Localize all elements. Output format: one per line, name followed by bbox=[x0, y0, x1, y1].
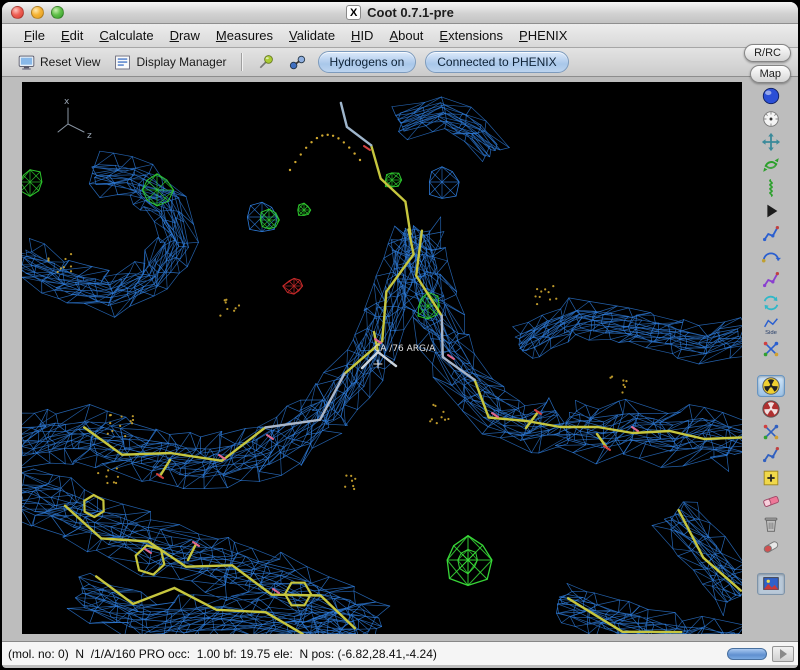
clear-atoms-icon[interactable] bbox=[757, 490, 785, 512]
close-button[interactable] bbox=[11, 6, 24, 19]
go-to-atom-button[interactable] bbox=[251, 51, 280, 74]
coot-window: X Coot 0.7.1-pre File Edit Calculate Draw Me… bbox=[0, 0, 800, 670]
menu-extensions[interactable]: Extensions bbox=[431, 28, 511, 43]
display-manager-button[interactable]: Display Manager bbox=[108, 51, 231, 74]
menu-phenix[interactable]: PHENIX bbox=[511, 28, 575, 43]
hydrogens-toggle-button[interactable]: Hydrogens on bbox=[317, 51, 417, 73]
cycle-conformer-icon[interactable] bbox=[757, 292, 785, 314]
menu-file[interactable]: File bbox=[16, 28, 53, 43]
mutate-residue-icon[interactable] bbox=[757, 269, 785, 291]
flip-peptide-icon[interactable] bbox=[757, 246, 785, 268]
screen-capture-icon[interactable] bbox=[756, 573, 785, 595]
menu-hid[interactable]: HID bbox=[343, 28, 381, 43]
corner-buttons: R/RC Map bbox=[744, 44, 791, 83]
right-toolbar: Side bbox=[743, 77, 798, 641]
display-manager-icon bbox=[113, 53, 132, 72]
reset-view-icon bbox=[17, 53, 36, 72]
map-button[interactable]: Map bbox=[749, 65, 791, 83]
svg-text:z: z bbox=[87, 131, 92, 141]
place-atom-icon[interactable] bbox=[757, 467, 785, 489]
undo-icon[interactable] bbox=[757, 536, 785, 558]
real-space-refine-button[interactable] bbox=[756, 375, 785, 397]
bond-icon bbox=[288, 53, 307, 72]
add-alt-conf-icon[interactable] bbox=[757, 444, 785, 466]
rotate-zone-icon[interactable] bbox=[757, 154, 785, 176]
menubar: File Edit Calculate Draw Measures Validate HID… bbox=[2, 24, 798, 48]
toolbar-separator bbox=[240, 53, 242, 71]
add-terminal-residue-icon[interactable] bbox=[757, 421, 785, 443]
translate-zone-icon[interactable] bbox=[757, 131, 785, 153]
phenix-connection-button[interactable]: Connected to PHENIX bbox=[425, 51, 569, 73]
scrollbar-thumb[interactable] bbox=[727, 647, 767, 660]
status-text: (mol. no: 0) N /1/A/160 PRO occ: 1.00 bf… bbox=[8, 646, 437, 661]
statusbar: (mol. no: 0) N /1/A/160 PRO occ: 1.00 bf… bbox=[2, 641, 798, 665]
minimize-button[interactable] bbox=[31, 6, 44, 19]
svg-text:Side: Side bbox=[765, 330, 778, 336]
window-title-text: Coot 0.7.1-pre bbox=[367, 5, 454, 20]
menu-about[interactable]: About bbox=[381, 28, 431, 43]
main-content: xz CA /76 ARG/A Side bbox=[2, 77, 798, 641]
zoom-button[interactable] bbox=[51, 6, 64, 19]
window-title: X Coot 0.7.1-pre bbox=[346, 5, 454, 20]
model-sphere-icon[interactable] bbox=[757, 85, 785, 107]
reset-view-label: Reset View bbox=[40, 55, 101, 69]
delete-item-icon[interactable] bbox=[757, 513, 785, 535]
menu-edit[interactable]: Edit bbox=[53, 28, 91, 43]
edit-backbone-icon[interactable] bbox=[757, 338, 785, 360]
menu-validate[interactable]: Validate bbox=[281, 28, 343, 43]
go-to-atom-icon bbox=[256, 53, 275, 72]
svg-text:x: x bbox=[64, 97, 70, 107]
window-chrome: X Coot 0.7.1-pre File Edit Calculate Draw Me… bbox=[2, 2, 798, 668]
menu-draw[interactable]: Draw bbox=[162, 28, 208, 43]
rrc-button[interactable]: R/RC bbox=[744, 44, 791, 62]
right-triangle-icon bbox=[779, 648, 787, 659]
edit-chi-angles-icon[interactable] bbox=[757, 223, 785, 245]
reset-view-button[interactable]: Reset View bbox=[12, 51, 105, 74]
toolbar: Reset View Display Manager Hydrogens on … bbox=[2, 48, 798, 77]
atom-bond-button[interactable] bbox=[283, 51, 312, 74]
regularize-zone-icon[interactable] bbox=[757, 398, 785, 420]
titlebar[interactable]: X Coot 0.7.1-pre bbox=[2, 2, 798, 24]
display-manager-label: Display Manager bbox=[136, 55, 227, 69]
gl-canvas[interactable]: xz CA /76 ARG/A bbox=[22, 82, 742, 634]
side-chain-flip-icon[interactable]: Side bbox=[757, 315, 785, 337]
expand-button[interactable] bbox=[772, 645, 794, 662]
menu-calculate[interactable]: Calculate bbox=[91, 28, 161, 43]
torsion-edit-icon[interactable] bbox=[757, 177, 785, 199]
x11-icon: X bbox=[346, 5, 362, 20]
accept-run-icon[interactable] bbox=[757, 200, 785, 222]
statusbar-right bbox=[727, 645, 798, 662]
menu-measures[interactable]: Measures bbox=[208, 28, 281, 43]
view-trackball-icon[interactable] bbox=[757, 108, 785, 130]
traffic-lights bbox=[11, 6, 64, 19]
